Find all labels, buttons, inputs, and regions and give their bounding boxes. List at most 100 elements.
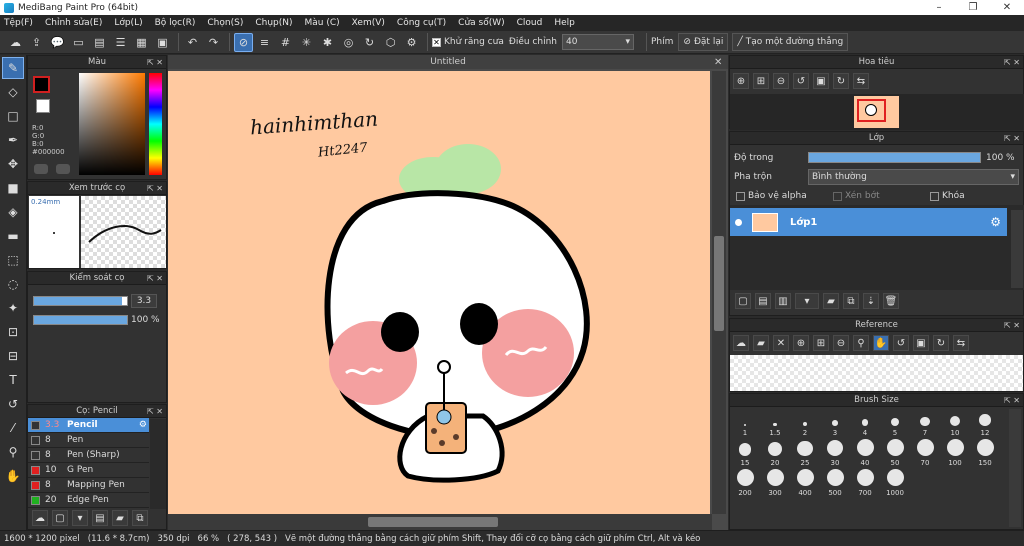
- primary-color-swatch[interactable]: [33, 76, 50, 93]
- new-layer-icon[interactable]: ▢: [735, 293, 751, 309]
- brush-size-option[interactable]: 7: [910, 408, 940, 438]
- menu-select[interactable]: Chọn(S): [207, 18, 243, 28]
- brush-size-option[interactable]: 3: [820, 408, 850, 438]
- brush-size-option[interactable]: 15: [730, 438, 760, 468]
- color-saturation-field[interactable]: [79, 73, 145, 175]
- brush-size-option[interactable]: 1000: [880, 468, 910, 498]
- canvas-horizontal-scrollbar[interactable]: [168, 514, 712, 530]
- brush-size-option[interactable]: 40: [850, 438, 880, 468]
- minimize-button[interactable]: –: [922, 0, 956, 15]
- bucket-tool-icon[interactable]: ◈: [2, 201, 24, 223]
- merge-layer-icon[interactable]: ⇣: [863, 293, 879, 309]
- navigator-thumbnail[interactable]: [854, 96, 899, 128]
- brush-size-slider[interactable]: [33, 296, 128, 306]
- snap-crisscross-icon[interactable]: #: [276, 33, 295, 52]
- brush-item-pencil[interactable]: 3.3 Pencil ⚙: [28, 418, 149, 433]
- brush-item-pen-sharp[interactable]: 8 Pen (Sharp): [28, 448, 149, 463]
- reset-view-icon[interactable]: ▣: [813, 73, 829, 89]
- brush-size-option[interactable]: 1: [730, 408, 760, 438]
- menu-layer[interactable]: Lớp(L): [114, 18, 142, 28]
- gradient-tool-icon[interactable]: ▬: [2, 225, 24, 247]
- lasso-tool-icon[interactable]: ◌: [2, 273, 24, 295]
- select-pen-icon[interactable]: ⊡: [2, 321, 24, 343]
- reset-view-icon[interactable]: ▣: [913, 335, 929, 351]
- panel-buttons-icon[interactable]: ⇱ ✕: [1004, 394, 1020, 407]
- text-tool-icon[interactable]: T: [2, 369, 24, 391]
- protect-alpha-checkbox[interactable]: [736, 191, 745, 201]
- snap-parallel-icon[interactable]: ≡: [255, 33, 274, 52]
- upload-icon[interactable]: ⇪: [27, 33, 46, 52]
- brush-size-option[interactable]: 25: [790, 438, 820, 468]
- rotate-left-icon[interactable]: ↺: [893, 335, 909, 351]
- document-icon[interactable]: ▤: [90, 33, 109, 52]
- undo-icon[interactable]: ↶: [183, 33, 202, 52]
- grid-icon[interactable]: ▣: [153, 33, 172, 52]
- menu-help[interactable]: Help: [554, 18, 575, 28]
- gear-icon[interactable]: ⚙: [990, 215, 1001, 229]
- snap-vanishing-icon[interactable]: ✳: [297, 33, 316, 52]
- pen-tool-icon[interactable]: ✒: [2, 129, 24, 151]
- layer-folder-icon[interactable]: ▰: [823, 293, 839, 309]
- brush-size-option[interactable]: 200: [730, 468, 760, 498]
- duplicate-icon[interactable]: ⧉: [132, 510, 148, 526]
- maximize-button[interactable]: ❐: [956, 0, 990, 15]
- brush-opacity-slider[interactable]: [33, 315, 128, 325]
- panel-buttons-icon[interactable]: ⇱ ✕: [1004, 319, 1020, 332]
- brush-list-scrollbar[interactable]: [150, 419, 166, 509]
- adjust-select[interactable]: 40 ▾: [561, 34, 634, 50]
- clipping-option[interactable]: Xén bớt: [833, 191, 880, 201]
- zoom-in-icon[interactable]: ⊕: [793, 335, 809, 351]
- brush-size-option[interactable]: 30: [820, 438, 850, 468]
- brush-size-option[interactable]: 70: [910, 438, 940, 468]
- zoom-fit-icon[interactable]: ⊞: [813, 335, 829, 351]
- brush-menu-icon[interactable]: ▾: [72, 510, 88, 526]
- rotate-right-icon[interactable]: ↻: [833, 73, 849, 89]
- layer-item-layer1[interactable]: Lớp1 ⚙: [730, 208, 1007, 236]
- clipping-checkbox[interactable]: [833, 191, 842, 201]
- select-eraser-icon[interactable]: ⊟: [2, 345, 24, 367]
- zoom-out-icon[interactable]: ⊖: [773, 73, 789, 89]
- flip-icon[interactable]: ⇆: [953, 335, 969, 351]
- close-canvas-icon[interactable]: ✕: [714, 57, 722, 68]
- flip-icon[interactable]: ⇆: [853, 73, 869, 89]
- brush-size-option[interactable]: 12: [970, 408, 1000, 438]
- menu-view[interactable]: Xem(V): [352, 18, 385, 28]
- new-brush-icon[interactable]: ▢: [52, 510, 68, 526]
- panel-buttons-icon[interactable]: ⇱ ✕: [147, 56, 163, 69]
- brush-item-g-pen[interactable]: 10 G Pen: [28, 463, 149, 478]
- blend-mode-select[interactable]: Bình thường ▾: [808, 169, 1019, 185]
- hue-slider[interactable]: [149, 73, 162, 175]
- redo-icon[interactable]: ↷: [204, 33, 223, 52]
- new-8bit-layer-icon[interactable]: ▥: [775, 293, 791, 309]
- rectangle-tool-icon[interactable]: □: [2, 105, 24, 127]
- brush-size-option[interactable]: 150: [970, 438, 1000, 468]
- comment-icon[interactable]: ▭: [69, 33, 88, 52]
- layer-list-scrollbar[interactable]: [1011, 210, 1023, 288]
- cloud-icon[interactable]: ☁: [733, 335, 749, 351]
- brush-size-scrollbar[interactable]: [1009, 409, 1021, 527]
- panel-buttons-icon[interactable]: ⇱ ✕: [147, 405, 163, 418]
- swap-color-icon[interactable]: [34, 164, 48, 174]
- brush-item-edge-pen[interactable]: 20 Edge Pen: [28, 493, 149, 508]
- vertical-scroll-thumb[interactable]: [714, 236, 724, 331]
- lock-option[interactable]: Khóa: [930, 191, 965, 201]
- hand-icon[interactable]: ✋: [873, 335, 889, 351]
- menu-edit[interactable]: Chỉnh sửa(E): [45, 18, 102, 28]
- new-halftone-layer-icon[interactable]: ▤: [755, 293, 771, 309]
- brush-size-option[interactable]: 400: [790, 468, 820, 498]
- rotate-left-icon[interactable]: ↺: [793, 73, 809, 89]
- brush-size-option[interactable]: 1.5: [760, 408, 790, 438]
- menu-capture[interactable]: Chụp(N): [255, 18, 292, 28]
- protect-alpha-option[interactable]: Bảo vệ alpha: [736, 191, 807, 201]
- zoom-out-icon[interactable]: ⊖: [833, 335, 849, 351]
- canvas-vertical-scrollbar[interactable]: [712, 71, 726, 514]
- brush-item-mapping-pen[interactable]: 8 Mapping Pen: [28, 478, 149, 493]
- brush-size-option[interactable]: 500: [820, 468, 850, 498]
- zoom-fit-icon[interactable]: ⊞: [753, 73, 769, 89]
- drawing-canvas[interactable]: hainhimthan Ht2247: [168, 71, 710, 514]
- menu-tools[interactable]: Công cụ(T): [397, 18, 446, 28]
- brush-size-option[interactable]: 20: [760, 438, 790, 468]
- brush-size-option[interactable]: 10: [940, 408, 970, 438]
- settings-icon[interactable]: ⚙: [402, 33, 421, 52]
- folder-icon[interactable]: ▰: [112, 510, 128, 526]
